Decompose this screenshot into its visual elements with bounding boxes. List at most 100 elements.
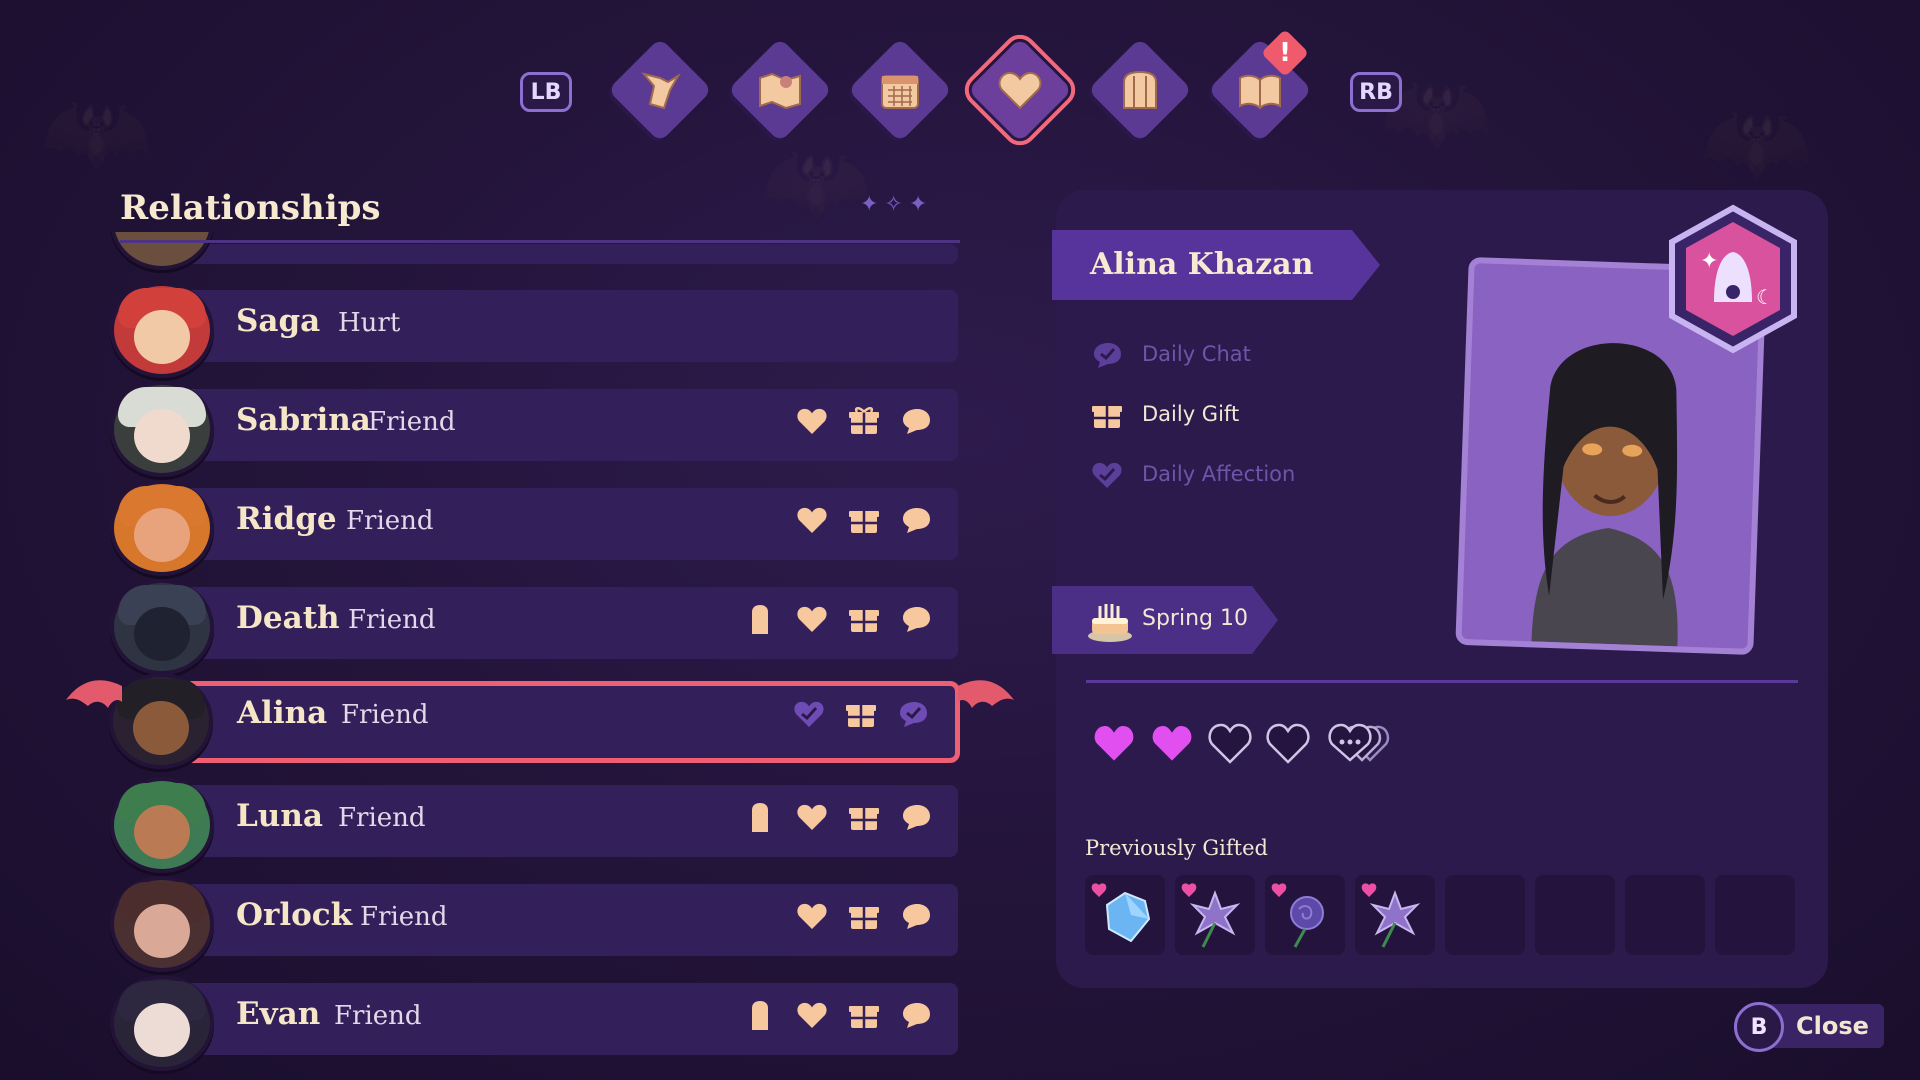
- gift-icon: [846, 403, 882, 439]
- gift-slots: [1085, 875, 1795, 955]
- lb-button[interactable]: LB: [520, 72, 572, 112]
- gift-icon: [846, 799, 882, 835]
- tab-inventory[interactable]: [1087, 37, 1193, 143]
- blue-gem-icon: [1091, 883, 1151, 943]
- chat-icon: [898, 799, 934, 835]
- relationship-status: Friend: [334, 1001, 422, 1031]
- heart-icon: [794, 898, 830, 934]
- chat-icon: [898, 403, 934, 439]
- chat-check-icon: [895, 696, 931, 732]
- relationship-status: Friend: [338, 803, 426, 833]
- relationship-status: Friend: [341, 700, 429, 730]
- close-button[interactable]: B Close: [1734, 1002, 1884, 1052]
- heart-check-icon: [791, 696, 827, 732]
- tab-relationships[interactable]: [957, 27, 1083, 153]
- tombstone-icon: [742, 997, 778, 1033]
- relationship-status: Friend: [348, 605, 436, 635]
- gift-slot[interactable]: [1085, 875, 1165, 955]
- gift-slot-empty[interactable]: [1445, 875, 1525, 955]
- relationship-row-alina[interactable]: Alina Friend: [109, 673, 960, 769]
- tab-map[interactable]: [727, 37, 833, 143]
- panel-divider: [1086, 680, 1798, 683]
- cake-icon: [1088, 604, 1132, 642]
- b-button-icon: B: [1734, 1002, 1784, 1052]
- calendar-icon: [848, 38, 952, 142]
- heart-filled-icon: [1150, 723, 1194, 764]
- svg-text:✦: ✦: [1700, 249, 1718, 274]
- list-item: [110, 232, 958, 270]
- chat-icon: [898, 997, 934, 1033]
- character-name: Saga: [236, 303, 321, 339]
- relationship-row-luna[interactable]: Luna Friend: [110, 777, 958, 873]
- character-name: Alina: [237, 695, 328, 731]
- chat-icon: [898, 601, 934, 637]
- inventory-icon: [1088, 38, 1192, 142]
- tombstone-icon: [742, 601, 778, 637]
- character-name: Evan: [236, 996, 321, 1032]
- tab-calendar[interactable]: [847, 37, 953, 143]
- character-name: Ridge: [236, 501, 337, 537]
- heart-icon: [794, 997, 830, 1033]
- character-name: Orlock: [236, 897, 353, 933]
- tab-animals[interactable]: [607, 37, 713, 143]
- rb-button[interactable]: RB: [1350, 72, 1402, 112]
- bat-wing-right-icon: [958, 680, 1014, 708]
- violet-flower-icon: [1361, 883, 1421, 948]
- relationship-status: Hurt: [338, 308, 401, 338]
- gift-slot-empty[interactable]: [1535, 875, 1615, 955]
- heart-icon: [794, 601, 830, 637]
- heart-icon: [794, 403, 830, 439]
- avatar: [110, 282, 214, 378]
- relationship-list[interactable]: Saga Hurt Sabrina Friend Ridge Friend De…: [108, 232, 964, 1080]
- avatar: [110, 579, 214, 675]
- character-name: Death: [236, 600, 340, 636]
- relationship-row-death[interactable]: Death Friend: [110, 579, 958, 675]
- close-label: Close: [1796, 1012, 1869, 1040]
- heart-empty-icon: [1266, 723, 1310, 764]
- avatar: [110, 232, 214, 270]
- relationship-status: Friend: [368, 407, 456, 437]
- relationships-title: Relationships: [120, 188, 381, 228]
- gift-icon: [846, 502, 882, 538]
- heart-check-icon: [1092, 462, 1122, 488]
- violet-flower-icon: [1181, 883, 1241, 948]
- relationship-row-ridge[interactable]: Ridge Friend: [110, 480, 958, 576]
- relationship-row-sabrina[interactable]: Sabrina Friend: [110, 381, 958, 477]
- heart-icon: [968, 38, 1072, 142]
- avatar: [110, 381, 214, 477]
- relationship-row-evan[interactable]: Evan Friend: [110, 975, 958, 1071]
- tab-bar: LB RB: [0, 27, 1920, 153]
- purple-rose-icon: [1271, 883, 1324, 948]
- relationship-row-saga[interactable]: Saga Hurt: [110, 282, 958, 378]
- gift-icon: [843, 696, 879, 732]
- goat-icon: [608, 38, 712, 142]
- gift-icon: [846, 898, 882, 934]
- gift-slot[interactable]: [1355, 875, 1435, 955]
- affection-hearts: [1090, 720, 1394, 764]
- chat-icon: [898, 502, 934, 538]
- heart-icon: [794, 502, 830, 538]
- gift-slot-empty[interactable]: [1625, 875, 1705, 955]
- avatar: [110, 876, 214, 972]
- character-name-banner: Alina Khazan: [1052, 230, 1380, 300]
- gift-icon: [846, 997, 882, 1033]
- gift-icon: [1092, 406, 1122, 428]
- avatar: [110, 480, 214, 576]
- gift-icon: [846, 601, 882, 637]
- avatar: [110, 975, 214, 1071]
- map-icon: [728, 38, 832, 142]
- previously-gifted-title: Previously Gifted: [1085, 836, 1268, 860]
- character-full-name: Alina Khazan: [1090, 247, 1314, 282]
- avatar: [109, 673, 213, 769]
- heart-more-icon: [1328, 723, 1390, 762]
- relationship-status: Friend: [346, 506, 434, 536]
- bat-wing-left-icon: [66, 680, 122, 708]
- zodiac-emblem-icon: ✦ ☾: [1669, 204, 1797, 354]
- gift-slot[interactable]: [1175, 875, 1255, 955]
- svg-text:☾: ☾: [1756, 285, 1774, 309]
- gift-slot[interactable]: [1265, 875, 1345, 955]
- heart-empty-icon: [1208, 723, 1252, 764]
- relationship-row-orlock[interactable]: Orlock Friend: [110, 876, 958, 972]
- gift-slot-empty[interactable]: [1715, 875, 1795, 955]
- birthday-label: Spring 10: [1142, 606, 1248, 631]
